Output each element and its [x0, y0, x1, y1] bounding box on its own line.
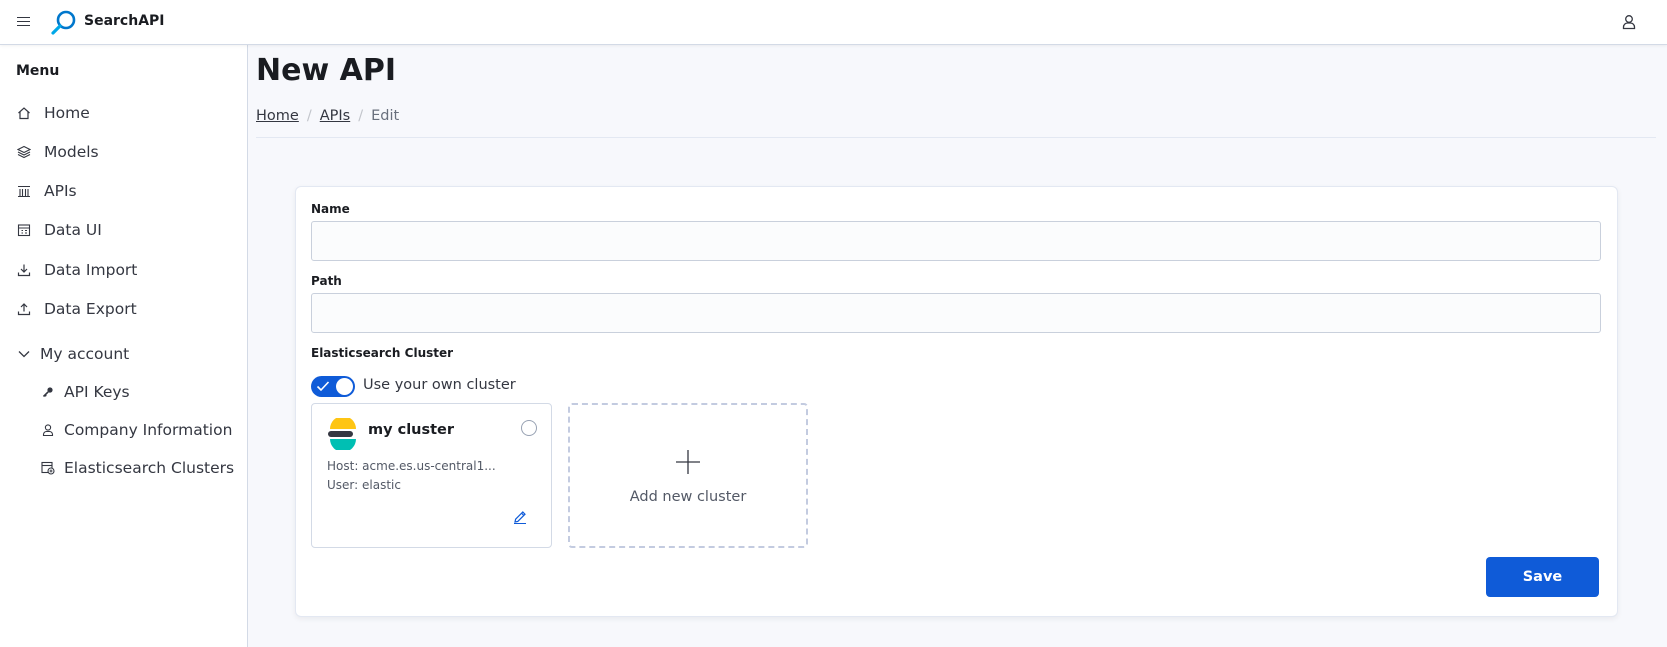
app-title[interactable]: SearchAPI [84, 13, 165, 29]
sidebar-item-label: Models [44, 143, 99, 161]
api-icon [16, 183, 32, 199]
cluster-select-radio[interactable] [521, 420, 537, 436]
sidebar-item-my-account[interactable]: My account [16, 341, 129, 367]
hamburger-icon[interactable] [16, 14, 32, 30]
breadcrumb-home[interactable]: Home [256, 108, 299, 124]
page-title: New API [256, 53, 396, 88]
home-icon [16, 105, 32, 121]
upload-icon [16, 301, 32, 317]
cluster-name: my cluster [368, 422, 455, 438]
top-bar: SearchAPI [0, 0, 1667, 45]
breadcrumb: Home / APIs / Edit [256, 108, 399, 124]
sidebar-item-data-export[interactable]: Data Export [16, 296, 137, 322]
breadcrumb-separator: / [358, 108, 364, 124]
sidebar-item-label: Data Import [44, 261, 138, 279]
sidebar-item-label: Elasticsearch Clusters [64, 459, 235, 477]
user-icon [40, 422, 56, 438]
breadcrumb-current: Edit [371, 108, 400, 124]
sidebar-item-label: Data Export [44, 300, 137, 318]
search-logo-icon[interactable] [50, 9, 78, 37]
toggle-knob [336, 378, 353, 395]
table-icon [16, 222, 32, 238]
sidebar-item-api-keys[interactable]: API Keys [40, 379, 130, 405]
sidebar-item-models[interactable]: Models [16, 139, 99, 165]
add-new-cluster-label: Add new cluster [629, 489, 747, 505]
elasticsearch-logo-icon [328, 418, 356, 450]
use-own-cluster-toggle[interactable] [311, 376, 355, 397]
add-new-cluster-card[interactable]: Add new cluster [568, 403, 808, 548]
cluster-host: Host: acme.es.us-central1... [327, 459, 496, 473]
sidebar-item-elasticsearch-clusters[interactable]: Elasticsearch Clusters [40, 455, 234, 481]
sidebar-item-label: Home [44, 104, 90, 122]
api-form-panel: Name Path Elasticsearch Cluster Use your… [295, 186, 1618, 617]
elasticsearch-cluster-label: Elasticsearch Cluster [311, 346, 454, 360]
sidebar-item-label: APIs [44, 182, 77, 200]
check-icon [316, 381, 330, 392]
sidebar-item-label: API Keys [64, 383, 130, 401]
download-icon [16, 262, 32, 278]
user-icon[interactable] [1620, 13, 1638, 31]
sidebar-item-home[interactable]: Home [16, 100, 90, 126]
layers-icon [16, 144, 32, 160]
sidebar-item-label: Company Information [64, 421, 233, 439]
save-button[interactable]: Save [1486, 557, 1599, 597]
breadcrumb-apis[interactable]: APIs [320, 108, 351, 124]
menu-title: Menu [16, 63, 60, 79]
main-content: New API Home / APIs / Edit Name Path Ela… [248, 45, 1667, 647]
sidebar-item-apis[interactable]: APIs [16, 178, 77, 204]
chevron-down-icon [16, 346, 32, 362]
cluster-card[interactable]: my cluster Host: acme.es.us-central1... … [311, 403, 552, 548]
plus-icon [676, 450, 700, 474]
breadcrumb-separator: / [306, 108, 312, 124]
sidebar: Menu Home Models APIs Data UI Data Impor… [0, 45, 248, 647]
sidebar-item-label: Data UI [44, 221, 102, 239]
use-own-cluster-label[interactable]: Use your own cluster [363, 377, 516, 393]
cluster-user: User: elastic [327, 478, 401, 492]
pencil-icon[interactable] [512, 509, 528, 525]
sidebar-item-company-information[interactable]: Company Information [40, 417, 232, 443]
header-divider [256, 137, 1656, 138]
sidebar-item-data-import[interactable]: Data Import [16, 257, 137, 283]
cluster-icon [40, 460, 56, 476]
sidebar-item-label: My account [40, 345, 130, 363]
path-label: Path [311, 274, 342, 288]
name-label: Name [311, 202, 350, 216]
path-input[interactable] [311, 293, 1601, 333]
key-icon [40, 384, 56, 400]
sidebar-item-data-ui[interactable]: Data UI [16, 217, 102, 243]
name-input[interactable] [311, 221, 1601, 261]
